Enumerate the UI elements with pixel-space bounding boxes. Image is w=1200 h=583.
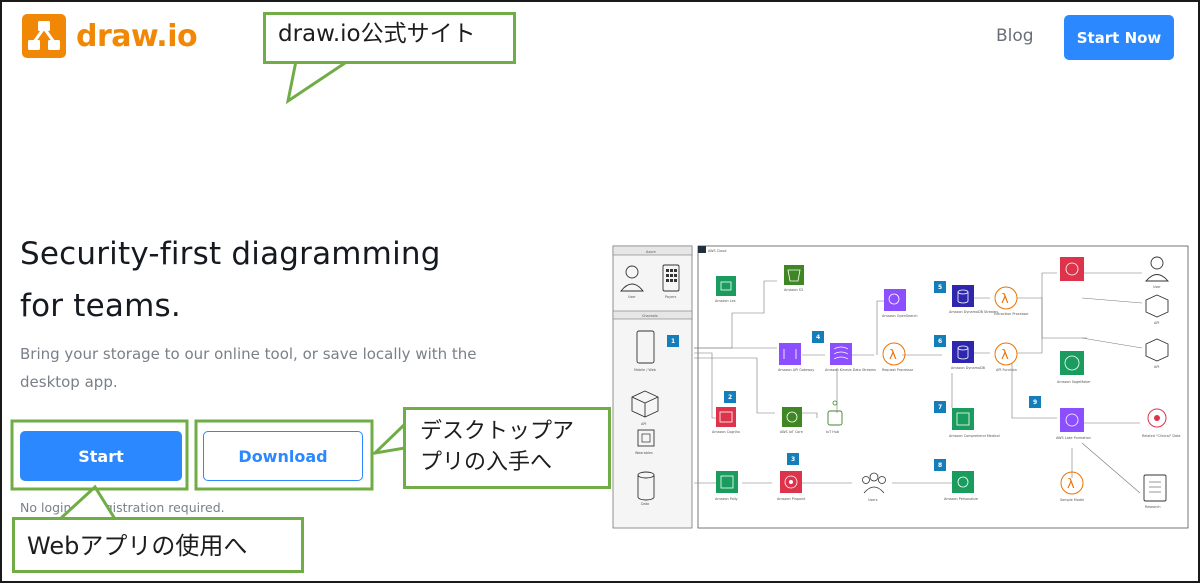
comprehend-medical-label: Amazon Comprehend Medical (949, 434, 1000, 438)
sample-model-label: Sample Model (1060, 498, 1084, 502)
pinpoint-icon (780, 471, 802, 493)
blog-link[interactable]: Blog (996, 26, 1034, 46)
sagemaker-label: Amazon SageMaker (1057, 380, 1091, 384)
amazon-cognito-label: Amazon Cognito (712, 430, 740, 434)
aws-iot-core-label: AWS IoT Core (780, 430, 803, 434)
aws-iot-core-icon (782, 407, 802, 427)
lake-formation-icon (1060, 408, 1084, 432)
svg-text:λ: λ (1001, 348, 1009, 363)
amazon-s3-icon (784, 265, 804, 285)
pinpoint-top-icon (1060, 257, 1084, 281)
callout-web-app: Webアプリの使用へ (12, 517, 304, 573)
extraction-processor-label: Extraction Processor (994, 312, 1029, 316)
svg-text:λ: λ (1001, 292, 1009, 307)
request-processor-label: Request Processor (882, 368, 914, 372)
lake-formation-label: AWS Lake Formation (1056, 436, 1091, 440)
svg-text:λ: λ (1067, 477, 1075, 492)
start-now-button[interactable]: Start Now (1064, 15, 1174, 60)
step-number: 9 (1033, 399, 1037, 406)
polly-icon (716, 471, 738, 493)
pinpoint-label: Amazon Pinpoint (777, 497, 806, 501)
start-button[interactable]: Start (20, 431, 182, 481)
kinesis-label: Amazon Kinesis Data Streams (825, 368, 876, 372)
step-number: 4 (816, 334, 820, 341)
users-label: Users (868, 498, 878, 502)
amazon-s3-label: Amazon S3 (784, 288, 803, 292)
opensearch-icon (884, 289, 906, 311)
brand-name: draw.io (76, 18, 198, 54)
dynamodb-streams-label: Amazon DynamoDB Streams (949, 310, 998, 314)
step-number: 7 (938, 404, 942, 411)
kinesis-icon (830, 343, 852, 365)
clinical-data-label: Related "Clinical" Data (1142, 434, 1180, 438)
step-number: 6 (938, 338, 942, 345)
personalize-icon (952, 471, 974, 493)
drawio-logo-icon (22, 14, 66, 58)
hero-architecture-diagram: Azure Channels User Payers Mobile / Web … (612, 245, 1189, 529)
amazon-lex-icon (716, 276, 736, 296)
amazon-lex-label: Amazon Lex (715, 299, 736, 303)
left-panel-title: Azure (646, 250, 656, 254)
polly-label: Amazon Polly (715, 497, 738, 501)
step-number: 5 (938, 284, 942, 291)
step-number: 1 (671, 338, 675, 345)
api-gateway-icon (779, 343, 801, 365)
amazon-cognito-icon (716, 407, 736, 427)
callout-official-site: draw.io公式サイト (263, 12, 516, 64)
right-api-label-1: API (1154, 321, 1159, 325)
personalize-label: Amazon Personalize (944, 497, 978, 501)
download-button[interactable]: Download (203, 431, 363, 481)
hero-title-line1: Security-first diagramming (20, 236, 441, 272)
dynamodb-streams-icon (952, 285, 974, 307)
api-label: API (641, 422, 646, 426)
cloud-label: AWS Cloud (708, 249, 726, 253)
mobile-label: Mobile / Web (634, 368, 656, 372)
research-label: Research (1145, 505, 1161, 509)
step-number: 2 (728, 394, 732, 401)
opensearch-label: Amazon OpenSearch (882, 314, 918, 318)
user-label: User (628, 295, 636, 299)
drawio-logo[interactable]: draw.io (22, 14, 198, 58)
comprehend-medical-icon (952, 408, 974, 430)
channels-title: Channels (642, 314, 658, 318)
sagemaker-icon (1060, 351, 1084, 375)
hero-title: Security-first diagramming for teams. (20, 228, 510, 332)
right-user-label: User (1153, 285, 1161, 289)
api-gateway-label: Amazon API Gateway (778, 368, 814, 372)
data-label: Data (641, 502, 649, 506)
no-login-note: No login or registration required. (20, 500, 225, 515)
wearables-label: Wearables (635, 451, 653, 455)
payers-label: Payers (665, 295, 676, 299)
right-api-label-2: API (1154, 365, 1159, 369)
step-number: 8 (938, 462, 942, 469)
api-function-label: API Function (996, 368, 1017, 372)
dynamodb-label: Amazon DynamoDB (951, 366, 986, 370)
iot-hub-label: IoT Hub (826, 430, 839, 434)
hero-subtitle: Bring your storage to our online tool, o… (20, 345, 477, 391)
step-number: 3 (791, 456, 795, 463)
svg-text:λ: λ (889, 348, 897, 363)
callout-desktop-app: デスクトップアプリの入手へ (403, 407, 611, 489)
dynamodb-icon (952, 341, 974, 363)
hero-title-line2: for teams. (20, 288, 181, 324)
